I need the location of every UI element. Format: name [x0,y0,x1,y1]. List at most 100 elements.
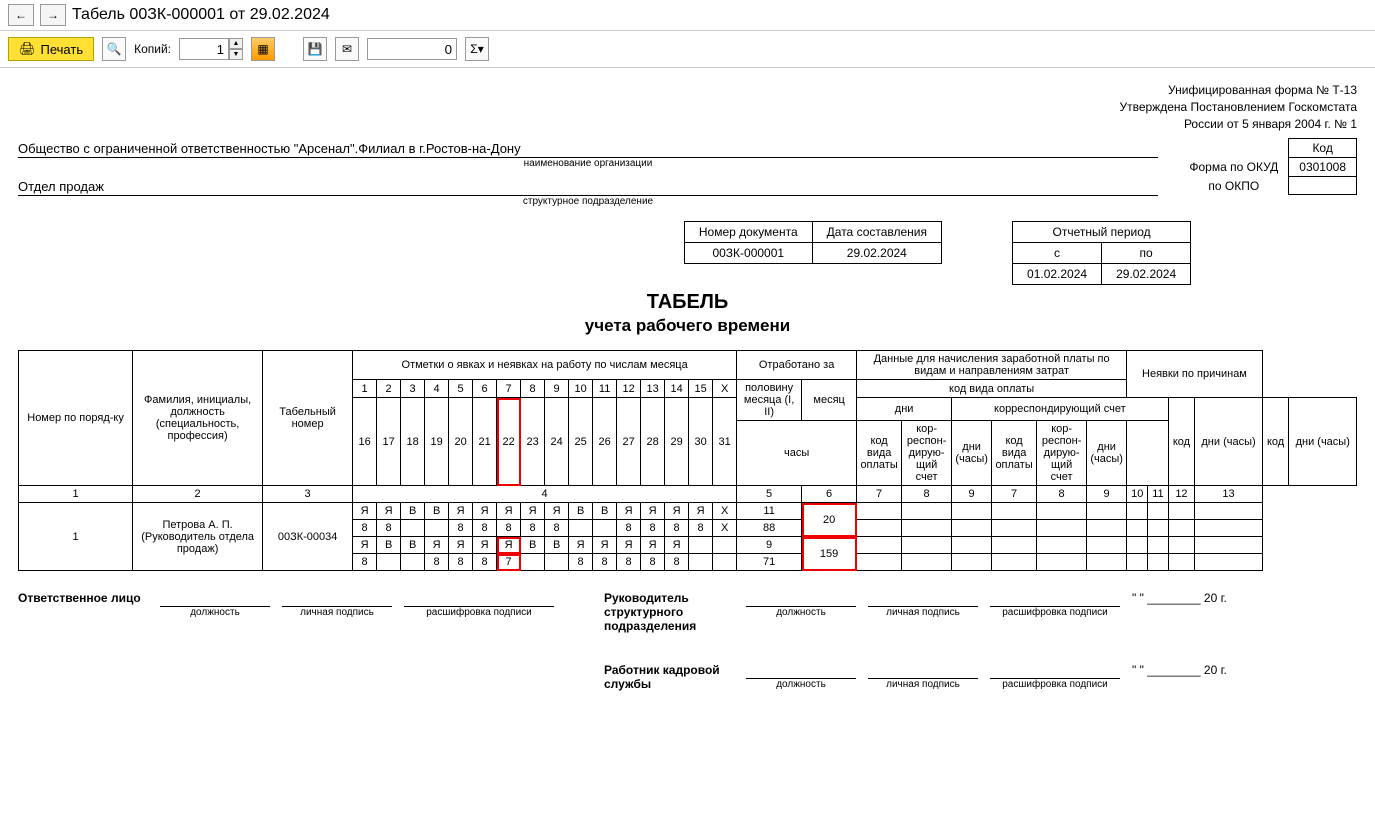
mark-cell: Я [545,503,569,520]
mark-cell: Я [377,503,401,520]
hour-cell [401,554,425,571]
mark-cell: Я [473,537,497,554]
mark-cell: Я [425,537,449,554]
hour-cell: 8 [473,554,497,571]
day-header: 21 [473,398,497,486]
row-name: Петрова А. П. (Руководитель отдела прода… [133,503,263,571]
copies-down[interactable]: ▼ [229,49,243,60]
hour-cell: 8 [593,554,617,571]
colnum: 1 [19,486,133,503]
sign-caption: личная подпись [868,679,978,690]
hour-cell: 8 [473,520,497,537]
window-title: Табель 00ЗК-000001 от 29.02.2024 [72,6,330,24]
colnum: 12 [1168,486,1195,503]
okpo-value [1289,177,1357,195]
mark-cell: В [401,537,425,554]
hour-cell: 8 [353,554,377,571]
mark-cell: Я [449,503,473,520]
day-header: X [713,380,737,398]
day-header: 5 [449,380,473,398]
hour-cell [569,520,593,537]
mark-cell: Я [665,503,689,520]
day-header: 31 [713,398,737,486]
col-worked: Отработано за [737,351,857,380]
hour-cell: 8 [665,520,689,537]
grid-button[interactable]: ▦ [251,37,275,61]
colnum: 2 [133,486,263,503]
timesheet-table: Номер по поряд-ку Фамилия, инициалы, дол… [18,350,1357,571]
docnum-table: Номер документаДата составления 00ЗК-000… [684,221,942,264]
hour-cell: 8 [449,520,473,537]
day-header: 29 [665,398,689,486]
hour-cell: 8 [545,520,569,537]
day-header: 17 [377,398,401,486]
half-hours: 88 [737,520,802,537]
sum-button[interactable]: Σ▾ [465,37,489,61]
colnum: 9 [1087,486,1127,503]
day-header: 20 [449,398,473,486]
mark-cell: Я [641,503,665,520]
colnum: 7 [992,486,1037,503]
mark-cell: Я [521,503,545,520]
mail-button[interactable]: ✉ [335,37,359,61]
colnum: 5 [737,486,802,503]
mark-cell: X [713,503,737,520]
print-button[interactable]: 🖨 Печать [8,37,94,61]
copies-input[interactable] [179,38,229,60]
mark-cell: В [521,537,545,554]
colnum: 7 [857,486,902,503]
col-dh-h: дни (часы) [1087,421,1127,486]
forward-button[interactable]: → [40,4,66,26]
copies-up[interactable]: ▲ [229,38,243,49]
month-hours: 159 [802,537,857,571]
colnum: 11 [1148,486,1168,503]
half-hours: 71 [737,554,802,571]
mark-cell: Я [473,503,497,520]
colnum: 6 [802,486,857,503]
day-header: 6 [473,380,497,398]
col-num: Номер по поряд-ку [19,351,133,486]
org-name: Общество с ограниченной ответственностью… [18,141,1158,158]
docdate-value: 29.02.2024 [812,243,941,264]
preview-button[interactable]: 🔍 [102,37,126,61]
sign-label: Работник кадровой службы [604,663,734,691]
back-button[interactable]: ← [8,4,34,26]
day-header: 22 [497,398,521,486]
hour-cell: 8 [377,520,401,537]
form-meta-line: Утверждена Постановлением Госкомстата [18,99,1357,116]
document: Унифицированная форма № Т-13 Утверждена … [0,68,1375,705]
okud-label: Форма по ОКУД [1179,158,1288,177]
okud-value: 0301008 [1289,158,1357,177]
hour-cell [593,520,617,537]
sign-caption: расшифровка подписи [404,607,554,618]
hour-cell: 8 [353,520,377,537]
hour-cell: 8 [641,520,665,537]
period-from-label: с [1013,243,1102,264]
col-abs-code: код [1168,398,1195,486]
period-to-label: по [1102,243,1191,264]
code-header: Код [1289,139,1357,158]
day-header: 10 [569,380,593,398]
mark-cell: В [593,503,617,520]
table-row: 1 Петрова А. П. (Руководитель отдела про… [19,503,1357,520]
mark-cell [689,537,713,554]
colnum: 8 [902,486,952,503]
save-button[interactable]: 💾 [303,37,327,61]
number-input[interactable] [367,38,457,60]
sign-caption: расшифровка подписи [990,607,1120,618]
row-tabnum: 00ЗК-00034 [263,503,353,571]
period-from: 01.02.2024 [1013,264,1102,285]
docnum-value: 00ЗК-000001 [684,243,812,264]
hour-cell: X [713,520,737,537]
colnum: 4 [353,486,737,503]
print-label: Печать [41,42,84,57]
half-days: 9 [737,537,802,554]
mark-cell: Я [497,503,521,520]
col-marks: Отметки о явках и неявках на работу по ч… [353,351,737,380]
sign-caption: расшифровка подписи [990,679,1120,690]
colnum: 13 [1195,486,1263,503]
col-name: Фамилия, инициалы, должность (специально… [133,351,263,486]
hour-cell [713,554,737,571]
mark-cell: В [401,503,425,520]
hour-cell: 8 [617,554,641,571]
